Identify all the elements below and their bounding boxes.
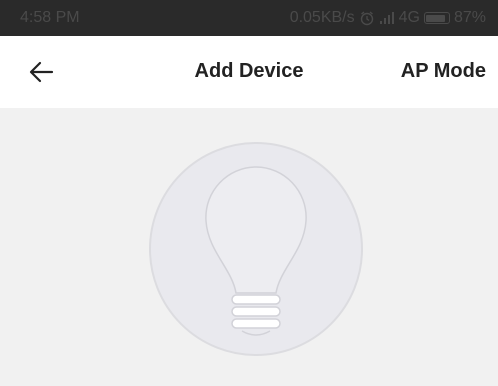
alarm-icon xyxy=(360,11,373,26)
main-content xyxy=(0,108,498,386)
header: Add Device AP Mode xyxy=(0,36,498,108)
signal-icon xyxy=(379,12,394,24)
status-bar: 4:58 PM 0.05KB/s 4G 87% xyxy=(0,0,498,36)
battery-percent: 87% xyxy=(453,9,486,26)
status-time: 4:58 PM xyxy=(20,9,80,26)
network-speed: 0.05KB/s xyxy=(289,9,355,26)
status-indicators: 0.05KB/s 4G 87% xyxy=(290,9,486,27)
battery-icon xyxy=(423,12,450,24)
ap-mode-button[interactable]: AP Mode xyxy=(401,60,486,83)
network-type: 4G xyxy=(398,9,420,26)
light-bulb-icon xyxy=(149,142,363,356)
